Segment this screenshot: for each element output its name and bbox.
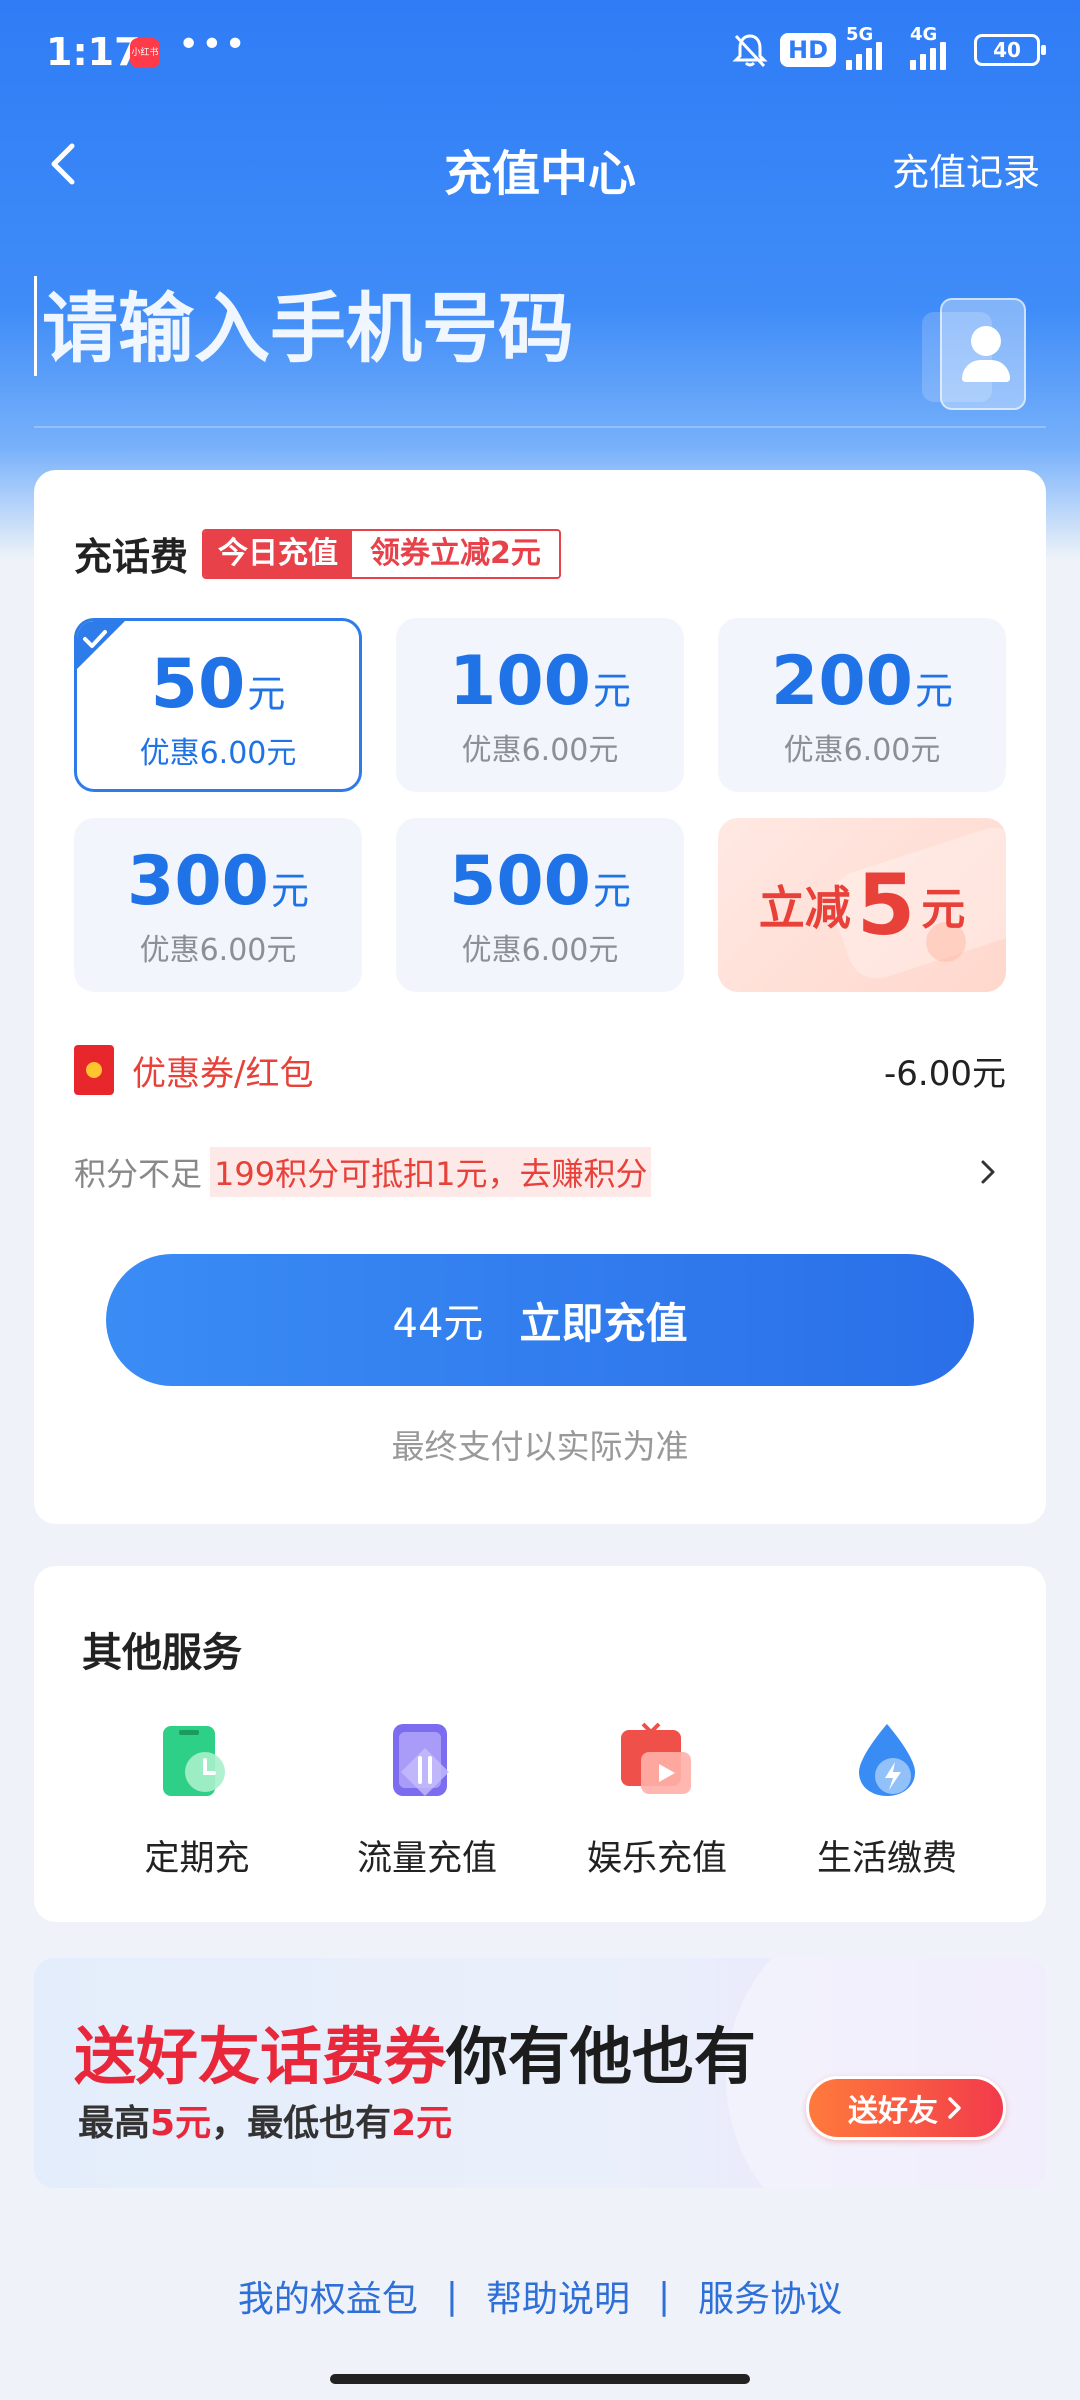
section-title: 充话费 [74, 535, 189, 579]
discount-prefix: 立减 [758, 881, 851, 935]
home-indicator[interactable] [330, 2374, 750, 2384]
discount-unit: 元 [921, 884, 966, 935]
app-notification-icon: 小红书 [130, 38, 160, 68]
option-discount: 优惠6.00元 [461, 933, 619, 968]
amount-option-50[interactable]: 50元 优惠6.00元 [74, 618, 362, 792]
option-unit: 元 [270, 869, 309, 913]
check-icon [77, 621, 125, 669]
option-unit: 元 [592, 669, 631, 713]
service-entertainment-recharge[interactable]: 娱乐充值 [542, 1720, 772, 1881]
recharge-section-header: 充话费 今日充值 领券立减2元 [74, 526, 561, 581]
option-discount: 优惠6.00元 [461, 733, 619, 768]
contact-picker-button[interactable] [922, 298, 1026, 410]
promo-tag-left: 今日充值 [204, 530, 353, 577]
pay-amount: 44元 [392, 1301, 484, 1347]
promo-tag-right: 领券立减2元 [352, 530, 559, 577]
recharge-record-link[interactable]: 充值记录 [892, 142, 1040, 196]
banner-title: 送好友话费券你有他也有 [74, 2006, 756, 2096]
amount-option-100[interactable]: 100元 优惠6.00元 [396, 618, 684, 792]
other-services-card: 其他服务 定期充 流量充值 娱乐充值 生活缴费 [34, 1566, 1046, 1922]
status-time: 1:17 [46, 30, 141, 74]
option-amount: 50 [150, 645, 246, 724]
instant-discount-option[interactable]: 立减 5 元 [718, 818, 1006, 992]
banner-title-rest: 你有他也有 [446, 2020, 757, 2093]
service-scheduled-recharge[interactable]: 定期充 [82, 1720, 312, 1881]
option-unit: 元 [247, 672, 286, 716]
status-bar: 1:17 小红书 ••• HD 5G 4G 40 [0, 0, 1080, 106]
amount-option-500[interactable]: 500元 优惠6.00元 [396, 818, 684, 992]
amount-option-200[interactable]: 200元 优惠6.00元 [718, 618, 1006, 792]
signal-5g-icon: 5G [846, 24, 900, 70]
text-cursor [34, 276, 37, 376]
back-arrow-icon[interactable] [34, 134, 94, 194]
share-friend-button[interactable]: 送好友 [806, 2076, 1006, 2140]
amount-option-300[interactable]: 300元 优惠6.00元 [74, 818, 362, 992]
points-status: 积分不足 [74, 1155, 203, 1193]
discount-number: 5 [856, 856, 916, 954]
link-benefits-package[interactable]: 我的权益包 [238, 2270, 418, 2322]
option-unit: 元 [592, 869, 631, 913]
nav-bar: 充值中心 充值记录 [0, 120, 1080, 210]
footer-separator: | [445, 2275, 458, 2317]
service-utility-payment[interactable]: 生活缴费 [772, 1720, 1002, 1881]
pay-label: 立即充值 [519, 1298, 688, 1348]
hd-voice-icon: HD [779, 33, 836, 67]
service-label: 娱乐充值 [586, 1839, 727, 1879]
link-service-agreement[interactable]: 服务协议 [698, 2270, 842, 2322]
amount-options: 50元 优惠6.00元 100元 优惠6.00元 200元 优惠6.00元 30… [74, 618, 1006, 992]
scheduled-recharge-icon [163, 1726, 225, 1796]
services-grid: 定期充 流量充值 娱乐充值 生活缴费 [34, 1720, 1046, 1881]
status-indicators: HD 5G 4G 40 [730, 24, 1046, 70]
phone-number-input[interactable] [42, 268, 862, 388]
option-amount: 100 [449, 642, 591, 721]
points-row[interactable]: 积分不足 199积分可抵扣1元，去赚积分 [74, 1142, 1006, 1202]
service-label: 流量充值 [356, 1839, 497, 1879]
option-unit: 元 [914, 669, 953, 713]
share-coupon-banner[interactable]: 送好友话费券你有他也有 最高5元，最低也有2元 送好友 [34, 1958, 1046, 2188]
points-earn-link: 199积分可抵扣1元，去赚积分 [210, 1147, 652, 1197]
service-label: 生活缴费 [816, 1839, 957, 1879]
option-discount: 优惠6.00元 [139, 933, 297, 968]
coupon-label: 优惠券/红包 [132, 1053, 314, 1094]
option-amount: 300 [127, 842, 269, 921]
entertainment-recharge-icon [621, 1722, 691, 1794]
data-recharge-icon [393, 1724, 449, 1796]
phone-input-row [34, 268, 1046, 428]
recharge-now-button[interactable]: 44元 立即充值 [106, 1254, 974, 1386]
option-discount: 优惠6.00元 [139, 736, 297, 771]
option-amount: 500 [449, 842, 591, 921]
footer-links: 我的权益包 | 帮助说明 | 服务协议 [0, 2270, 1080, 2322]
chevron-right-icon [981, 1160, 995, 1184]
more-notifications-icon: ••• [178, 24, 248, 65]
option-discount: 优惠6.00元 [783, 733, 941, 768]
payment-note: 最终支付以实际为准 [391, 1427, 689, 1466]
coupon-value: -6.00元 [884, 1053, 1006, 1094]
link-help[interactable]: 帮助说明 [486, 2270, 630, 2322]
option-amount: 200 [771, 642, 913, 721]
chevron-right-icon [948, 2097, 961, 2119]
red-packet-icon [74, 1045, 114, 1095]
recharge-card: 充话费 今日充值 领券立减2元 50元 优惠6.00元 100元 优惠6.00元… [34, 470, 1046, 1524]
signal-4g-icon: 4G [910, 24, 964, 70]
service-data-recharge[interactable]: 流量充值 [312, 1720, 542, 1881]
contact-icon [940, 298, 1026, 410]
banner-title-highlight: 送好友话费券 [74, 2020, 447, 2093]
service-label: 定期充 [144, 1839, 250, 1879]
battery-icon: 40 [974, 34, 1046, 66]
banner-subtitle: 最高5元，最低也有2元 [78, 2103, 453, 2144]
bell-muted-icon [732, 34, 768, 68]
footer-separator: | [658, 2275, 671, 2317]
promo-tag: 今日充值 领券立减2元 [202, 528, 561, 579]
coupon-row[interactable]: 优惠券/红包 -6.00元 [74, 1040, 1006, 1100]
services-title: 其他服务 [82, 1630, 242, 1676]
utility-payment-icon [859, 1724, 915, 1796]
